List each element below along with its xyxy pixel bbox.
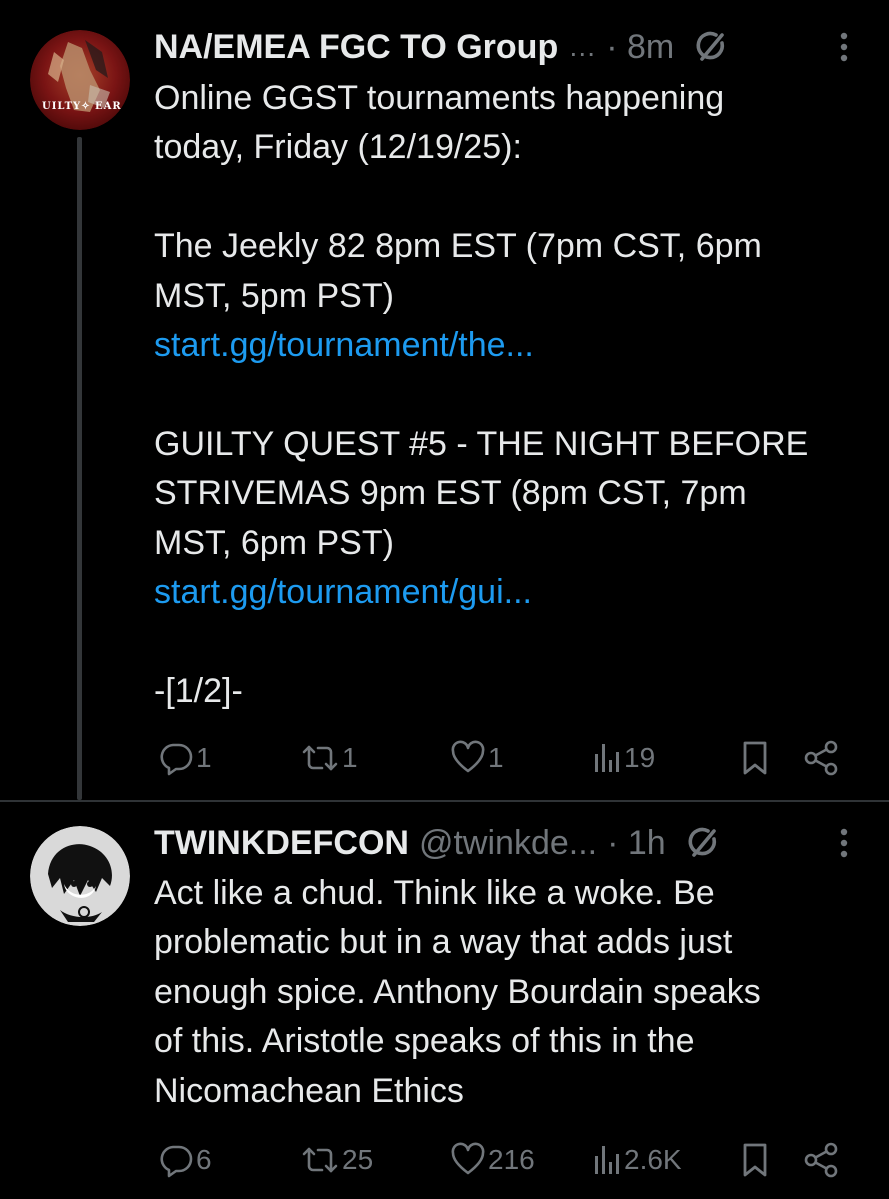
timestamp[interactable]: · 1h	[607, 820, 666, 866]
reply-button[interactable]: 6	[158, 1140, 212, 1180]
text-line: Nicomachean Ethics	[154, 1071, 464, 1110]
reply-count: 1	[196, 742, 212, 773]
like-button[interactable]: 216	[450, 1140, 535, 1180]
avatar-logo-text: UILTY✧ EAR	[42, 101, 122, 112]
text-line: of this. Aristotle speaks of this in the	[154, 1022, 695, 1061]
grok-icon[interactable]	[684, 825, 720, 861]
repost-icon	[300, 1142, 340, 1178]
share-icon	[802, 1142, 840, 1178]
view-count: 19	[624, 742, 656, 773]
text-line: enough spice. Anthony Bourdain speaks	[154, 972, 761, 1011]
reply-button[interactable]: 1	[158, 738, 212, 778]
repost-count: 25	[342, 1144, 374, 1175]
name-ellipsis: …	[568, 31, 597, 62]
bookmark-icon	[740, 740, 770, 776]
grok-icon[interactable]	[692, 29, 728, 65]
share-icon	[802, 740, 840, 776]
like-icon	[450, 740, 486, 776]
repost-icon	[300, 740, 340, 776]
reply-icon	[158, 740, 194, 776]
text-line: The Jeekly 82 8pm EST (7pm CST, 6pm	[154, 227, 762, 266]
views-icon	[592, 1142, 622, 1178]
repost-button[interactable]: 25	[300, 1140, 373, 1180]
text-line: STRIVEMAS 9pm EST (8pm CST, 7pm	[154, 474, 747, 513]
like-count: 216	[488, 1144, 535, 1175]
tweet-header: NA/EMEA FGC TO Group … · 8m	[154, 24, 849, 70]
text-line: MST, 5pm PST)	[154, 276, 394, 315]
views-icon	[592, 740, 622, 776]
text-line: today, Friday (12/19/25):	[154, 128, 522, 167]
views-button[interactable]: 19	[592, 738, 655, 778]
avatar[interactable]	[30, 826, 130, 926]
display-name[interactable]: TWINKDEFCON	[154, 820, 409, 866]
timeline-feed: UILTY✧ EAR NA/EMEA FGC TO Group … · 8m O…	[0, 0, 889, 1199]
tweet[interactable]: TWINKDEFCON @twinkde... · 1h Act like a …	[0, 802, 889, 1199]
thread-line	[77, 137, 82, 800]
display-name[interactable]: NA/EMEA FGC TO Group	[154, 24, 558, 70]
timestamp[interactable]: · 8m	[606, 24, 674, 70]
action-bar: 1 1 1 19	[154, 738, 844, 778]
like-button[interactable]: 1	[450, 738, 504, 778]
tournament-link[interactable]: start.gg/tournament/the...	[154, 321, 849, 370]
share-button[interactable]	[802, 1140, 840, 1180]
text-line: problematic but in a way that adds just	[154, 923, 733, 962]
like-count: 1	[488, 742, 504, 773]
text-line: ​	[154, 173, 849, 222]
thread-counter: -[1/2]-	[154, 671, 243, 710]
reply-count: 6	[196, 1144, 212, 1175]
bookmark-icon	[740, 1142, 770, 1178]
bookmark-button[interactable]	[740, 1140, 770, 1180]
repost-button[interactable]: 1	[300, 738, 358, 778]
tweet[interactable]: UILTY✧ EAR NA/EMEA FGC TO Group … · 8m O…	[0, 0, 889, 800]
action-bar: 6 25 216 2.6K	[154, 1140, 844, 1180]
share-button[interactable]	[802, 738, 840, 778]
text-line: ​	[154, 617, 849, 666]
like-icon	[450, 1142, 486, 1178]
more-icon[interactable]	[839, 32, 849, 62]
tweet-text: Online GGST tournaments happening today, …	[154, 74, 849, 716]
text-line: ​	[154, 370, 849, 419]
text-line: Act like a chud. Think like a woke. Be	[154, 874, 715, 912]
repost-count: 1	[342, 742, 358, 773]
reply-icon	[158, 1142, 194, 1178]
view-count: 2.6K	[624, 1144, 682, 1175]
text-line: Online GGST tournaments happening	[154, 79, 725, 117]
text-line: MST, 6pm PST)	[154, 523, 394, 562]
views-button[interactable]: 2.6K	[592, 1140, 682, 1180]
bookmark-button[interactable]	[740, 738, 770, 778]
tweet-text: Act like a chud. Think like a woke. Be pr…	[154, 869, 849, 1116]
text-line: GUILTY QUEST #5 - THE NIGHT BEFORE	[154, 424, 809, 463]
avatar[interactable]: UILTY✧ EAR	[30, 30, 130, 130]
user-handle[interactable]: @twinkde...	[419, 820, 597, 866]
tweet-header: TWINKDEFCON @twinkde... · 1h	[154, 820, 849, 866]
tournament-link[interactable]: start.gg/tournament/gui...	[154, 568, 849, 617]
more-icon[interactable]	[839, 828, 849, 858]
